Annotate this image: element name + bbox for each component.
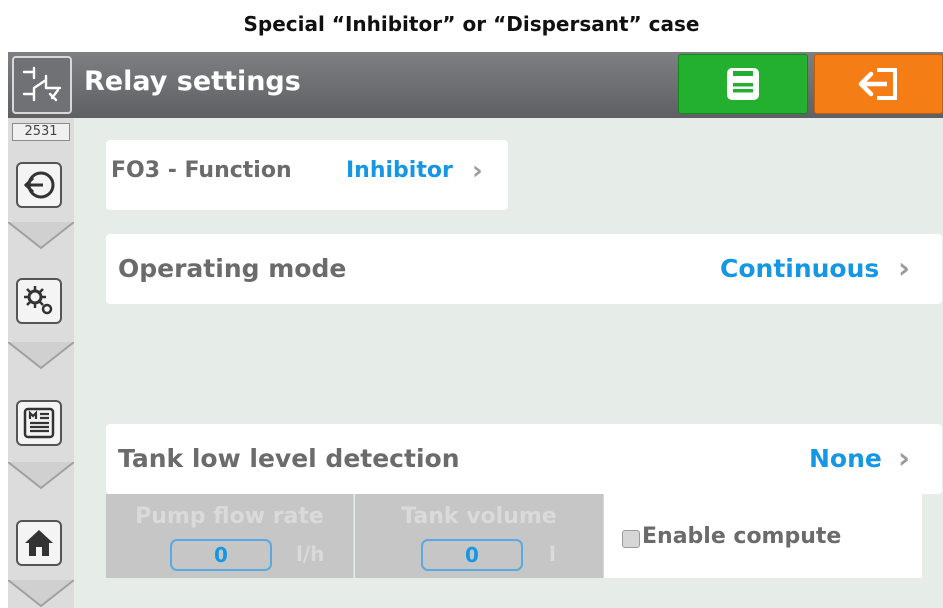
page-title: Relay settings [84,66,301,97]
title-bar: Relay settings [8,52,943,118]
chevron-down-icon [8,580,74,608]
pump-flow-rate-group: Pump flow rate 0 l/h [106,494,354,578]
device-screen: Relay settings 2531 FO3 - Function Inhib… [8,52,943,608]
home-icon [25,530,53,556]
pump-flow-rate-input[interactable]: 0 [170,539,272,571]
chevron-right-icon: › [898,441,910,475]
enable-compute-label[interactable]: Enable compute [642,524,841,549]
sidebar: 2531 [8,118,74,608]
page-caption: Special “Inhibitor” or “Dispersant” case [243,12,700,36]
tank-volume-label: Tank volume [401,504,557,529]
pump-flow-rate-label: Pump flow rate [135,504,324,529]
tank-low-level-row[interactable]: Tank low level detection None › [106,424,942,494]
function-label: FO3 - Function [111,158,292,183]
function-value: Inhibitor [346,158,453,183]
tank-volume-group: Tank volume 0 l [355,494,604,578]
sidebar-item-home[interactable] [16,520,62,566]
enable-compute-checkbox[interactable] [622,530,640,548]
device-number-badge: 2531 [12,123,70,141]
exit-arrow-icon [858,68,897,100]
save-button[interactable] [678,54,808,114]
chevron-right-icon: › [472,156,483,186]
operating-mode-row[interactable]: Operating mode Continuous › [106,234,942,304]
operating-mode-value: Continuous [720,254,880,283]
tank-low-level-label: Tank low level detection [118,444,460,473]
login-arrow-icon [23,171,55,199]
function-row[interactable]: FO3 - Function Inhibitor › [106,140,508,210]
chevron-down-icon [8,462,74,490]
settings-gears-icon [24,286,53,315]
pump-flow-rate-unit: l/h [296,542,325,566]
sidebar-item-login[interactable] [16,162,62,208]
operating-mode-label: Operating mode [118,254,347,283]
chevron-right-icon: › [898,251,910,285]
floppy-disk-icon [727,68,759,100]
sidebar-item-menu[interactable] [16,400,62,446]
tank-volume-unit: l [549,542,556,566]
sidebar-item-settings[interactable] [16,278,62,324]
enable-compute-group: Enable compute [604,494,922,578]
tank-low-level-value: None [809,444,882,473]
exit-button[interactable] [814,54,943,114]
chevron-down-icon [8,222,74,250]
relay-icon [12,56,72,114]
tank-volume-input[interactable]: 0 [421,539,523,571]
chevron-down-icon [8,342,74,370]
menu-list-icon [23,407,55,439]
